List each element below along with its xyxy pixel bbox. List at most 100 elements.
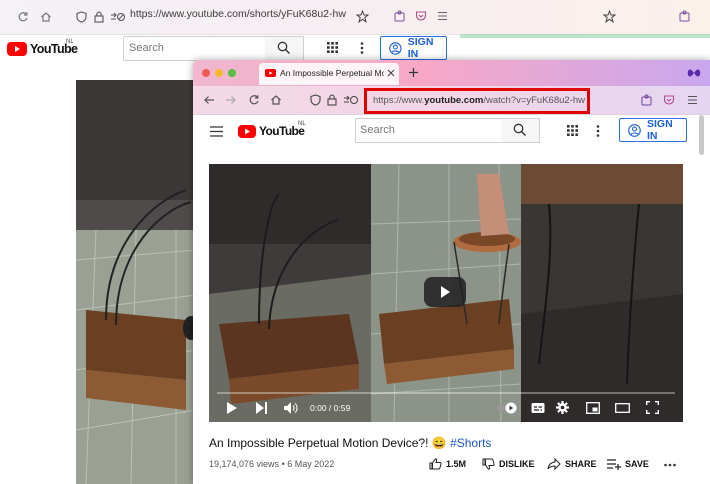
- save-button[interactable]: SAVE: [607, 458, 649, 470]
- new-tab-icon[interactable]: [408, 67, 419, 78]
- like-count: 1.5M: [446, 459, 467, 469]
- save-label: SAVE: [625, 459, 649, 469]
- tab-title: An Impossible Perpetual Motion: [280, 68, 384, 78]
- youtube-favicon-icon: [265, 69, 276, 77]
- shield-icon[interactable]: [310, 94, 321, 106]
- player-controls: 0:00 / 0:59: [209, 392, 683, 422]
- back-url-bar[interactable]: https://www.youtube.com/shorts/yFuK68u2-…: [130, 8, 346, 20]
- permissions-icon[interactable]: [343, 94, 359, 106]
- account-circle-icon: [389, 41, 402, 55]
- share-label: SHARE: [565, 459, 597, 469]
- front-search-input[interactable]: Search: [355, 118, 502, 143]
- back-nav-toolbar: https://www.youtube.com/shorts/yFuK68u2-…: [0, 0, 710, 35]
- apps-grid-icon[interactable]: [567, 125, 578, 136]
- youtube-logo[interactable]: YouTube NL: [238, 121, 306, 138]
- big-play-button[interactable]: [424, 277, 466, 307]
- close-window-button[interactable]: [202, 69, 210, 77]
- minimize-window-button[interactable]: [215, 69, 223, 77]
- extension-icon[interactable]: [393, 10, 406, 23]
- meta-separator: •: [281, 459, 285, 469]
- front-title-bar: An Impossible Perpetual Motion: [193, 60, 710, 86]
- forward-arrow-icon[interactable]: [225, 94, 237, 106]
- youtube-logo[interactable]: YouTube NL: [7, 39, 78, 56]
- video-player[interactable]: [209, 164, 683, 422]
- extension-icon[interactable]: [640, 94, 653, 107]
- back-shorts-video[interactable]: [76, 80, 196, 484]
- active-tab[interactable]: An Impossible Perpetual Motion: [259, 63, 399, 85]
- thumbs-down-icon: [482, 458, 495, 470]
- share-button[interactable]: SHARE: [547, 458, 597, 470]
- pocket-icon[interactable]: [663, 94, 675, 106]
- youtube-region-label: NL: [66, 39, 74, 45]
- dislike-label: DISLIKE: [499, 459, 535, 469]
- play-icon[interactable]: [226, 402, 237, 414]
- subtitles-icon[interactable]: [531, 402, 545, 414]
- progress-bar[interactable]: [217, 392, 675, 394]
- back-search-input[interactable]: Search: [123, 36, 266, 61]
- reload-icon[interactable]: [248, 94, 260, 106]
- pocket-icon[interactable]: [415, 10, 427, 22]
- youtube-region-label: NL: [298, 121, 306, 127]
- menu-icon[interactable]: [437, 11, 448, 21]
- back-arrow-icon[interactable]: [203, 94, 215, 106]
- back-search-button[interactable]: [265, 36, 304, 61]
- save-playlist-icon: [607, 459, 621, 470]
- extension-icon[interactable]: [678, 10, 691, 23]
- autoplay-toggle-icon[interactable]: [497, 402, 519, 414]
- home-icon[interactable]: [40, 11, 52, 23]
- like-button[interactable]: 1.5M: [429, 458, 466, 470]
- youtube-play-logo-icon: [238, 124, 256, 138]
- settings-gear-icon[interactable]: [556, 401, 569, 414]
- hashtag-link[interactable]: #Shorts: [450, 436, 491, 450]
- sign-in-label: SIGN IN: [407, 36, 434, 60]
- back-sign-in-button[interactable]: SIGN IN: [380, 36, 447, 60]
- next-icon[interactable]: [256, 402, 267, 414]
- page-scrollbar[interactable]: [699, 115, 704, 155]
- time-display: 0:00 / 0:59: [310, 403, 351, 413]
- more-vertical-icon[interactable]: [360, 42, 364, 54]
- play-icon: [441, 286, 450, 298]
- more-horizontal-icon[interactable]: [664, 463, 676, 467]
- url-highlight-annotation: [364, 88, 590, 114]
- upload-date: 6 May 2022: [287, 459, 335, 469]
- search-icon: [277, 41, 290, 54]
- lock-icon[interactable]: [327, 94, 337, 106]
- apps-grid-icon[interactable]: [327, 42, 338, 53]
- more-vertical-icon[interactable]: [596, 125, 600, 137]
- account-circle-icon: [628, 123, 641, 137]
- thumbs-up-icon: [429, 458, 442, 470]
- permissions-icon[interactable]: [110, 11, 126, 23]
- theater-mode-icon[interactable]: [615, 403, 630, 413]
- fullscreen-icon[interactable]: [646, 401, 659, 414]
- reload-icon[interactable]: [17, 11, 29, 23]
- front-browser-window: An Impossible Perpetual Motion: [193, 60, 710, 484]
- menu-icon[interactable]: [687, 95, 698, 105]
- hamburger-menu-icon[interactable]: [210, 126, 223, 137]
- miniplayer-icon[interactable]: [586, 402, 600, 414]
- home-icon[interactable]: [270, 94, 282, 106]
- shield-icon[interactable]: [76, 11, 87, 23]
- front-search-button[interactable]: [501, 118, 540, 143]
- close-tab-icon[interactable]: [387, 69, 395, 77]
- back-youtube-header: YouTube NL Search SIGN IN: [0, 35, 460, 63]
- front-youtube-header: YouTube NL Search SIGN IN: [193, 115, 710, 149]
- search-icon: [513, 123, 526, 136]
- dislike-button[interactable]: DISLIKE: [482, 458, 535, 470]
- search-placeholder: Search: [129, 42, 164, 54]
- video-meta: 19,174,076 views • 6 May 2022: [209, 459, 334, 469]
- back-page-accent-strip: [460, 34, 710, 38]
- view-count: 19,174,076 views: [209, 459, 280, 469]
- share-arrow-icon: [547, 458, 561, 470]
- video-title-text: An Impossible Perpetual Motion Device?! …: [209, 436, 447, 450]
- bookmark-star-icon[interactable]: [356, 10, 369, 23]
- video-title: An Impossible Perpetual Motion Device?! …: [209, 436, 491, 450]
- search-placeholder: Search: [360, 124, 395, 136]
- front-sign-in-button[interactable]: SIGN IN: [619, 118, 687, 142]
- sign-in-label: SIGN IN: [646, 118, 673, 142]
- maximize-window-button[interactable]: [228, 69, 236, 77]
- youtube-play-logo-icon: [7, 42, 27, 56]
- bookmark-star-icon[interactable]: [603, 10, 616, 23]
- private-browsing-icon: [686, 68, 702, 78]
- lock-icon[interactable]: [94, 11, 104, 23]
- volume-icon[interactable]: [284, 402, 298, 414]
